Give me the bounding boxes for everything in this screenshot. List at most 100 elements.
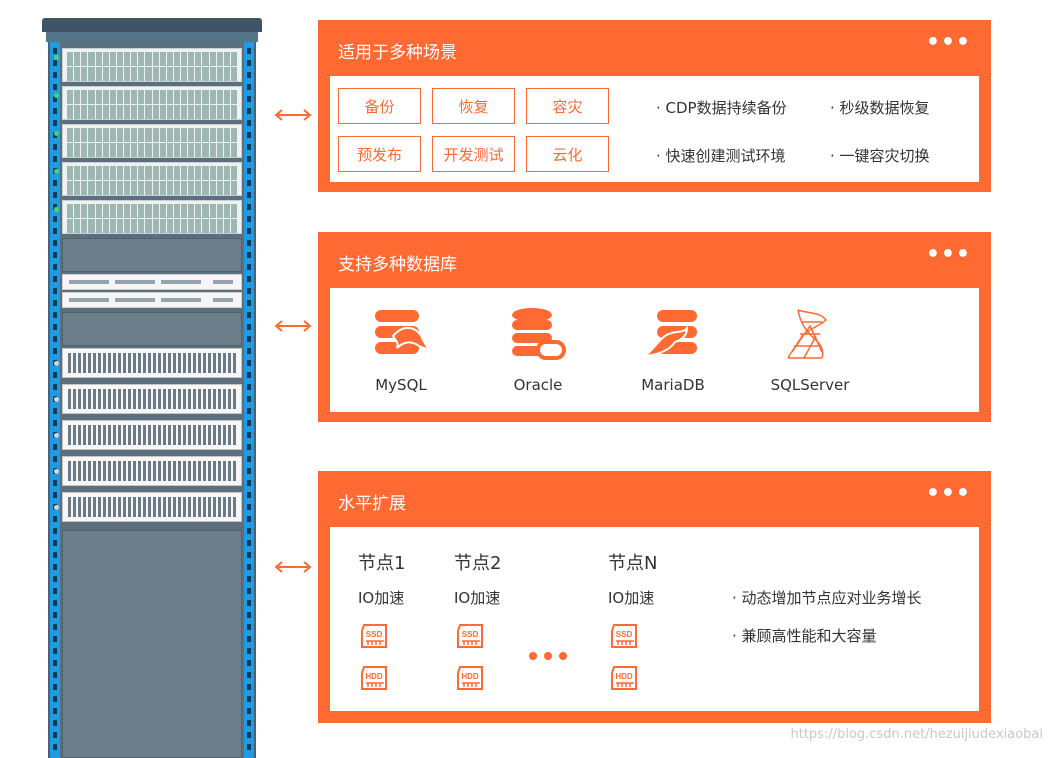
panel-scenarios: 适用于多种场景 ••• 备份 恢复 容灾 预发布 开发测试 云化 · CDP数据…	[318, 20, 991, 192]
rail-hole	[247, 720, 251, 726]
rail-hole	[53, 480, 57, 486]
rail-hole	[53, 228, 57, 234]
bidirectional-arrow-icon	[274, 109, 312, 121]
rail-hole	[53, 144, 57, 150]
tag-cloud: 云化	[526, 136, 609, 172]
rail-hole	[247, 672, 251, 678]
network-switch	[62, 292, 242, 308]
disk-type-label: HDD	[461, 672, 479, 681]
rail-hole	[53, 612, 57, 618]
rail-hole	[247, 120, 251, 126]
rail-hole	[247, 528, 251, 534]
tag-dev-test: 开发测试	[432, 136, 515, 172]
bidirectional-arrow-icon	[274, 561, 312, 573]
rail-hole	[247, 588, 251, 594]
mysql-icon	[375, 310, 431, 354]
rail-hole	[247, 180, 251, 186]
db-label: Oracle	[513, 376, 563, 394]
storage-unit	[54, 48, 242, 82]
rail-hole	[247, 48, 251, 54]
ellipsis-icon	[529, 652, 567, 660]
rail-hole	[53, 72, 57, 78]
rail-hole	[247, 108, 251, 114]
blank-panel	[62, 312, 242, 346]
rail-hole	[247, 132, 251, 138]
db-label: SQLServer	[770, 376, 850, 394]
rack-rail-right	[244, 42, 254, 758]
node-io-label: IO加速	[358, 589, 405, 607]
db-oracle: Oracle	[493, 306, 583, 394]
panel-title: 适用于多种场景	[338, 43, 457, 63]
disk-type-label: HDD	[365, 672, 383, 681]
rail-hole	[53, 288, 57, 294]
rail-hole	[247, 276, 251, 282]
rail-hole	[247, 348, 251, 354]
rail-hole	[53, 744, 57, 750]
storage-unit	[54, 124, 242, 158]
feature-bullet: · CDP数据持续备份	[656, 99, 787, 117]
rail-hole	[247, 408, 251, 414]
panel-scaling: 水平扩展 ••• 节点1 IO加速 SSD HDD 节点2 IO加速 SSD H…	[318, 471, 991, 723]
storage-unit	[54, 86, 242, 120]
disk-type-label: SSD	[462, 630, 479, 639]
ssd-icon: SSD	[361, 624, 387, 648]
rail-hole	[247, 732, 251, 738]
more-icon[interactable]: •••	[926, 481, 971, 506]
panel-databases: 支持多种数据库 ••• MySQL Oracle MariaDB SQLServ…	[318, 232, 991, 422]
db-mysql: MySQL	[356, 306, 446, 394]
rail-hole	[53, 108, 57, 114]
more-icon[interactable]: •••	[926, 30, 971, 55]
rail-hole	[53, 408, 57, 414]
rail-hole	[247, 552, 251, 558]
rail-hole	[53, 420, 57, 426]
rail-hole	[247, 324, 251, 330]
rail-hole	[247, 264, 251, 270]
more-icon[interactable]: •••	[926, 242, 971, 267]
rail-hole	[53, 336, 57, 342]
rail-hole	[53, 672, 57, 678]
rail-hole	[247, 504, 251, 510]
rail-hole	[53, 564, 57, 570]
mariadb-icon	[643, 310, 697, 358]
rail-hole	[247, 516, 251, 522]
rail-hole	[53, 552, 57, 558]
rail-hole	[247, 288, 251, 294]
feature-bullet: · 一键容灾切换	[830, 147, 930, 165]
db-sqlserver: SQLServer	[765, 306, 855, 394]
tag-disaster-recovery: 容灾	[526, 88, 609, 124]
rail-hole	[247, 252, 251, 258]
feature-bullet: · 秒级数据恢复	[830, 99, 930, 117]
panel-title: 水平扩展	[338, 494, 406, 514]
rail-hole	[53, 456, 57, 462]
rail-hole	[53, 588, 57, 594]
rail-hole	[247, 228, 251, 234]
feature-bullet: · 动态增加节点应对业务增长	[732, 589, 922, 607]
storage-unit	[54, 162, 242, 196]
rail-hole	[247, 540, 251, 546]
rail-hole	[247, 636, 251, 642]
node-title: 节点2	[454, 553, 502, 574]
rail-hole	[53, 384, 57, 390]
rail-hole	[247, 192, 251, 198]
rail-hole	[53, 600, 57, 606]
rail-hole	[53, 84, 57, 90]
rail-hole	[53, 120, 57, 126]
rail-hole	[53, 180, 57, 186]
rail-hole	[247, 492, 251, 498]
rail-hole	[247, 60, 251, 66]
rail-hole	[53, 660, 57, 666]
db-label: MySQL	[375, 376, 427, 394]
rail-hole	[53, 156, 57, 162]
rail-hole	[247, 216, 251, 222]
rail-hole	[247, 240, 251, 246]
rail-hole	[247, 612, 251, 618]
rail-hole	[247, 600, 251, 606]
node-io-label: IO加速	[454, 589, 501, 607]
node-io-label: IO加速	[608, 589, 655, 607]
disk-type-label: SSD	[616, 630, 633, 639]
blade-server	[54, 456, 242, 486]
rail-hole	[53, 696, 57, 702]
rail-hole	[247, 336, 251, 342]
rail-hole	[247, 708, 251, 714]
rail-hole	[247, 648, 251, 654]
